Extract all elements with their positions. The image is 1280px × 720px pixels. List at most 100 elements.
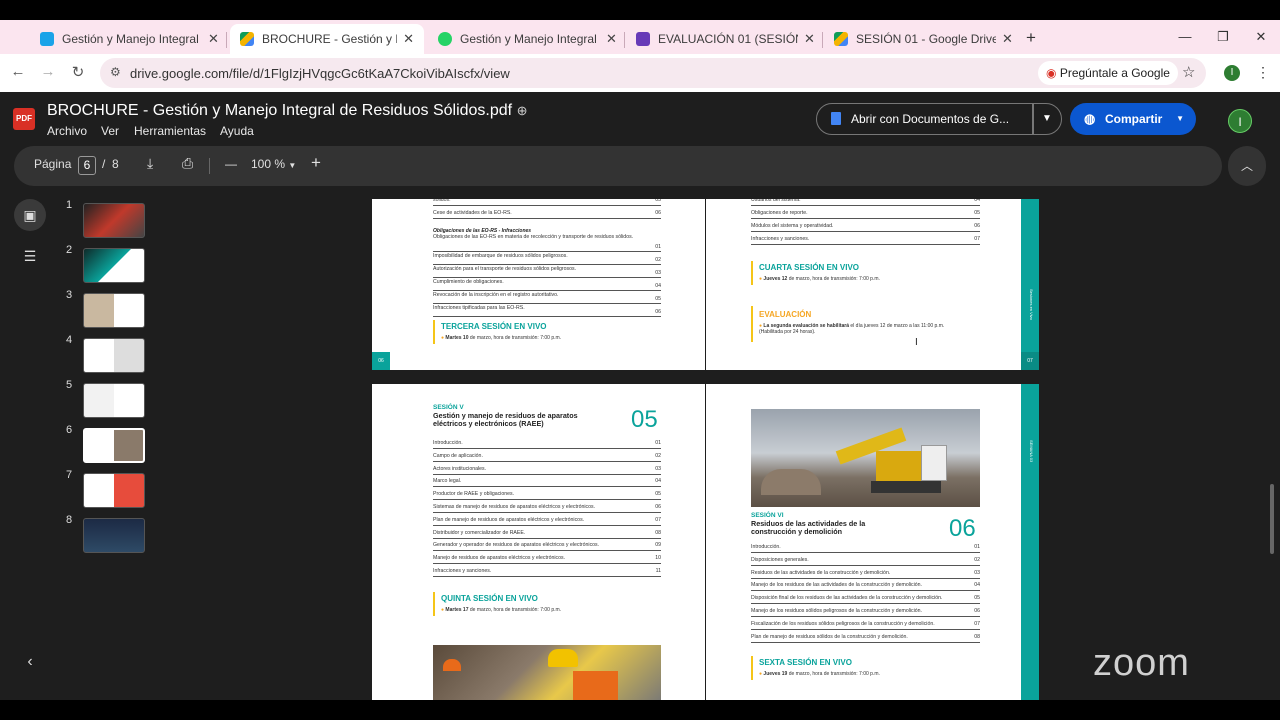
- toc-row: Infracciones tipificadas para las EO-RS.…: [433, 305, 661, 317]
- ask-google-button[interactable]: ◉ Pregúntale a Google: [1038, 61, 1178, 85]
- toc-row-number: 09: [655, 542, 661, 549]
- toc-row-number: 06: [655, 210, 661, 216]
- menu-herramientas[interactable]: Herramientas: [134, 124, 206, 138]
- toc-row-label: Introducción.: [433, 440, 463, 446]
- page-thumbnail-2[interactable]: [83, 248, 145, 283]
- address-bar[interactable]: ⚙ drive.google.com/file/d/1FlgIzjHVqgcGc…: [100, 58, 1206, 88]
- chevron-down-icon: ▼: [288, 161, 297, 170]
- menu-archivo[interactable]: Archivo: [47, 124, 87, 138]
- close-tab-icon[interactable]: ✕: [1002, 31, 1013, 47]
- thumbnail-number: 4: [66, 334, 73, 346]
- forward-arrow-icon[interactable]: →: [38, 63, 58, 80]
- close-tab-icon[interactable]: ✕: [804, 31, 815, 47]
- toc-row-label: Plan de manejo de residuos sólidos de la…: [751, 633, 908, 640]
- site-info-icon[interactable]: ⚙: [110, 65, 121, 79]
- menu-ver[interactable]: Ver: [101, 124, 119, 138]
- vertical-scrollbar-thumb[interactable]: [1270, 484, 1274, 554]
- account-avatar[interactable]: I: [1228, 109, 1252, 133]
- zoom-out-button[interactable]: —: [225, 157, 237, 171]
- menu-ayuda[interactable]: Ayuda: [220, 124, 254, 138]
- add-shortcut-icon[interactable]: ⊕: [517, 103, 528, 118]
- page-thumbnail-4[interactable]: [83, 338, 145, 373]
- print-icon[interactable]: ⎙: [182, 155, 193, 172]
- tab-divider: [226, 32, 227, 48]
- browser-menu-icon[interactable]: ⋮: [1256, 64, 1270, 81]
- toc-row: Manejo de los residuos sólidos peligroso…: [751, 606, 980, 617]
- pdf-page-09: SESIÓN VI Residuos de las actividades de…: [706, 384, 1039, 700]
- open-with-docs-button[interactable]: Abrir con Documentos de G...: [816, 103, 1034, 135]
- zoom-level-select[interactable]: 100 % ▼: [251, 157, 296, 171]
- page-thumbnail-3[interactable]: [83, 293, 145, 328]
- browser-profile-avatar[interactable]: I: [1224, 65, 1240, 81]
- new-tab-button[interactable]: +: [1026, 28, 1036, 48]
- toc-row: Generador y operador de residuos de apar…: [433, 540, 661, 552]
- toc-row: sólidos. 05: [433, 199, 661, 206]
- reload-icon[interactable]: ↻: [68, 63, 88, 81]
- toc-row: Disposición final de los residuos de las…: [751, 593, 980, 605]
- page-thumbnail-8[interactable]: [83, 518, 145, 553]
- toc-row-label: Plan de manejo de residuos de aparatos e…: [433, 516, 585, 523]
- browser-tab-3[interactable]: Gestión y Manejo Integral de R ✕: [428, 24, 627, 54]
- open-with-dropdown-icon[interactable]: ▼: [1032, 103, 1062, 135]
- text-cursor-icon: I: [915, 337, 918, 348]
- toc-row-number: 02: [974, 556, 980, 563]
- browser-tab-1[interactable]: Gestión y Manejo Integral de R ✕: [30, 24, 229, 54]
- toc-row: Campo de aplicación. 02: [433, 451, 661, 462]
- pdf-toolbar: Página 6 / 8 ⤓ ⎙ — 100 % ▼ +: [14, 146, 1222, 186]
- toc-row-label: Manejo de los residuos de las actividade…: [751, 582, 922, 589]
- share-dropdown-icon[interactable]: ▼: [1176, 103, 1184, 135]
- collapse-sidebar-chevron-left-icon[interactable]: ‹: [18, 650, 42, 674]
- toc-row-label: Manejo de residuos de aparatos eléctrico…: [433, 555, 566, 562]
- browser-tab-2[interactable]: BROCHURE - Gestión y Manejo ✕: [230, 24, 424, 54]
- tab-divider: [624, 32, 625, 48]
- live-session-note: ● Jueves 19 de marzo, hora de transmisió…: [759, 671, 880, 677]
- toc-row-number: 07: [655, 516, 661, 523]
- toc-row-label: Campo de aplicación.: [433, 452, 483, 459]
- zoom-in-button[interactable]: +: [311, 153, 321, 173]
- close-window-icon[interactable]: ✕: [1242, 20, 1280, 54]
- toc-row-label: Infracciones tipificadas para las EO-RS.: [433, 305, 525, 311]
- accent-bar: [751, 306, 753, 342]
- share-button[interactable]: ◍ Compartir ▼: [1070, 103, 1196, 135]
- live-session-note: ● Jueves 12 de marzo, hora de transmisió…: [759, 276, 880, 282]
- download-icon[interactable]: ⤓: [147, 155, 153, 172]
- toc-row-number: 04: [974, 199, 980, 203]
- live-session-note: ● Martes 17 de marzo, hora de transmisió…: [441, 607, 561, 613]
- close-tab-icon[interactable]: ✕: [403, 31, 414, 47]
- toc-row: Distribuidor y comercializador de RAEE. 0…: [433, 528, 661, 539]
- toc-row-label: Fiscalización de los residuos sólidos pe…: [751, 620, 935, 627]
- tab-label: SESIÓN 01 - Google Drive: [856, 32, 996, 46]
- minimize-icon[interactable]: —: [1166, 20, 1204, 54]
- page-thumbnail-5[interactable]: [83, 383, 145, 418]
- toc-row-number: 05: [655, 199, 661, 203]
- toc-row-label: Sistemas de manejo de residuos de aparat…: [433, 504, 596, 510]
- toc-row-number: 06: [974, 608, 980, 614]
- outline-view-icon[interactable]: ☰: [14, 240, 46, 272]
- page-number-input[interactable]: 6: [78, 156, 96, 175]
- toc-row-label: Productor de RAEE y obligaciones.: [433, 491, 515, 498]
- toc-row-number: 06: [974, 223, 980, 229]
- toc-row-number: 04: [974, 582, 980, 589]
- browser-tab-4[interactable]: EVALUACIÓN 01 (SESIÓN 01 - ( ✕: [626, 24, 825, 54]
- close-tab-icon[interactable]: ✕: [606, 31, 617, 47]
- toc-row-number: 01: [974, 544, 980, 550]
- drive-icon: [240, 32, 254, 46]
- thumbnails-view-icon[interactable]: ▣: [14, 199, 46, 231]
- page-thumbnail-6[interactable]: [83, 428, 145, 463]
- drive-icon: [834, 32, 848, 46]
- bookmark-star-icon[interactable]: ☆: [1182, 63, 1195, 81]
- page-spine: SEMANA 03: [1021, 384, 1039, 700]
- toc-row-label: Revocación de la inscripción en el regis…: [433, 292, 559, 298]
- toc-row-label: Manejo de los residuos sólidos peligroso…: [751, 608, 922, 614]
- toc-row-number: 01: [655, 440, 661, 446]
- back-arrow-icon[interactable]: ←: [8, 63, 28, 80]
- page-thumbnail-7[interactable]: [83, 473, 145, 508]
- browser-tab-5[interactable]: SESIÓN 01 - Google Drive ✕: [824, 24, 1023, 54]
- page-thumbnail-1[interactable]: [83, 203, 145, 238]
- maximize-icon[interactable]: ❐: [1204, 20, 1242, 54]
- collapse-toolbar-chevron-up-icon[interactable]: ︿: [1228, 146, 1266, 186]
- toc-row: Obligaciones de reporte. 05: [751, 208, 980, 219]
- thumbnail-number: 1: [66, 199, 73, 211]
- close-tab-icon[interactable]: ✕: [208, 31, 219, 47]
- thumbnail-number: 3: [66, 289, 73, 301]
